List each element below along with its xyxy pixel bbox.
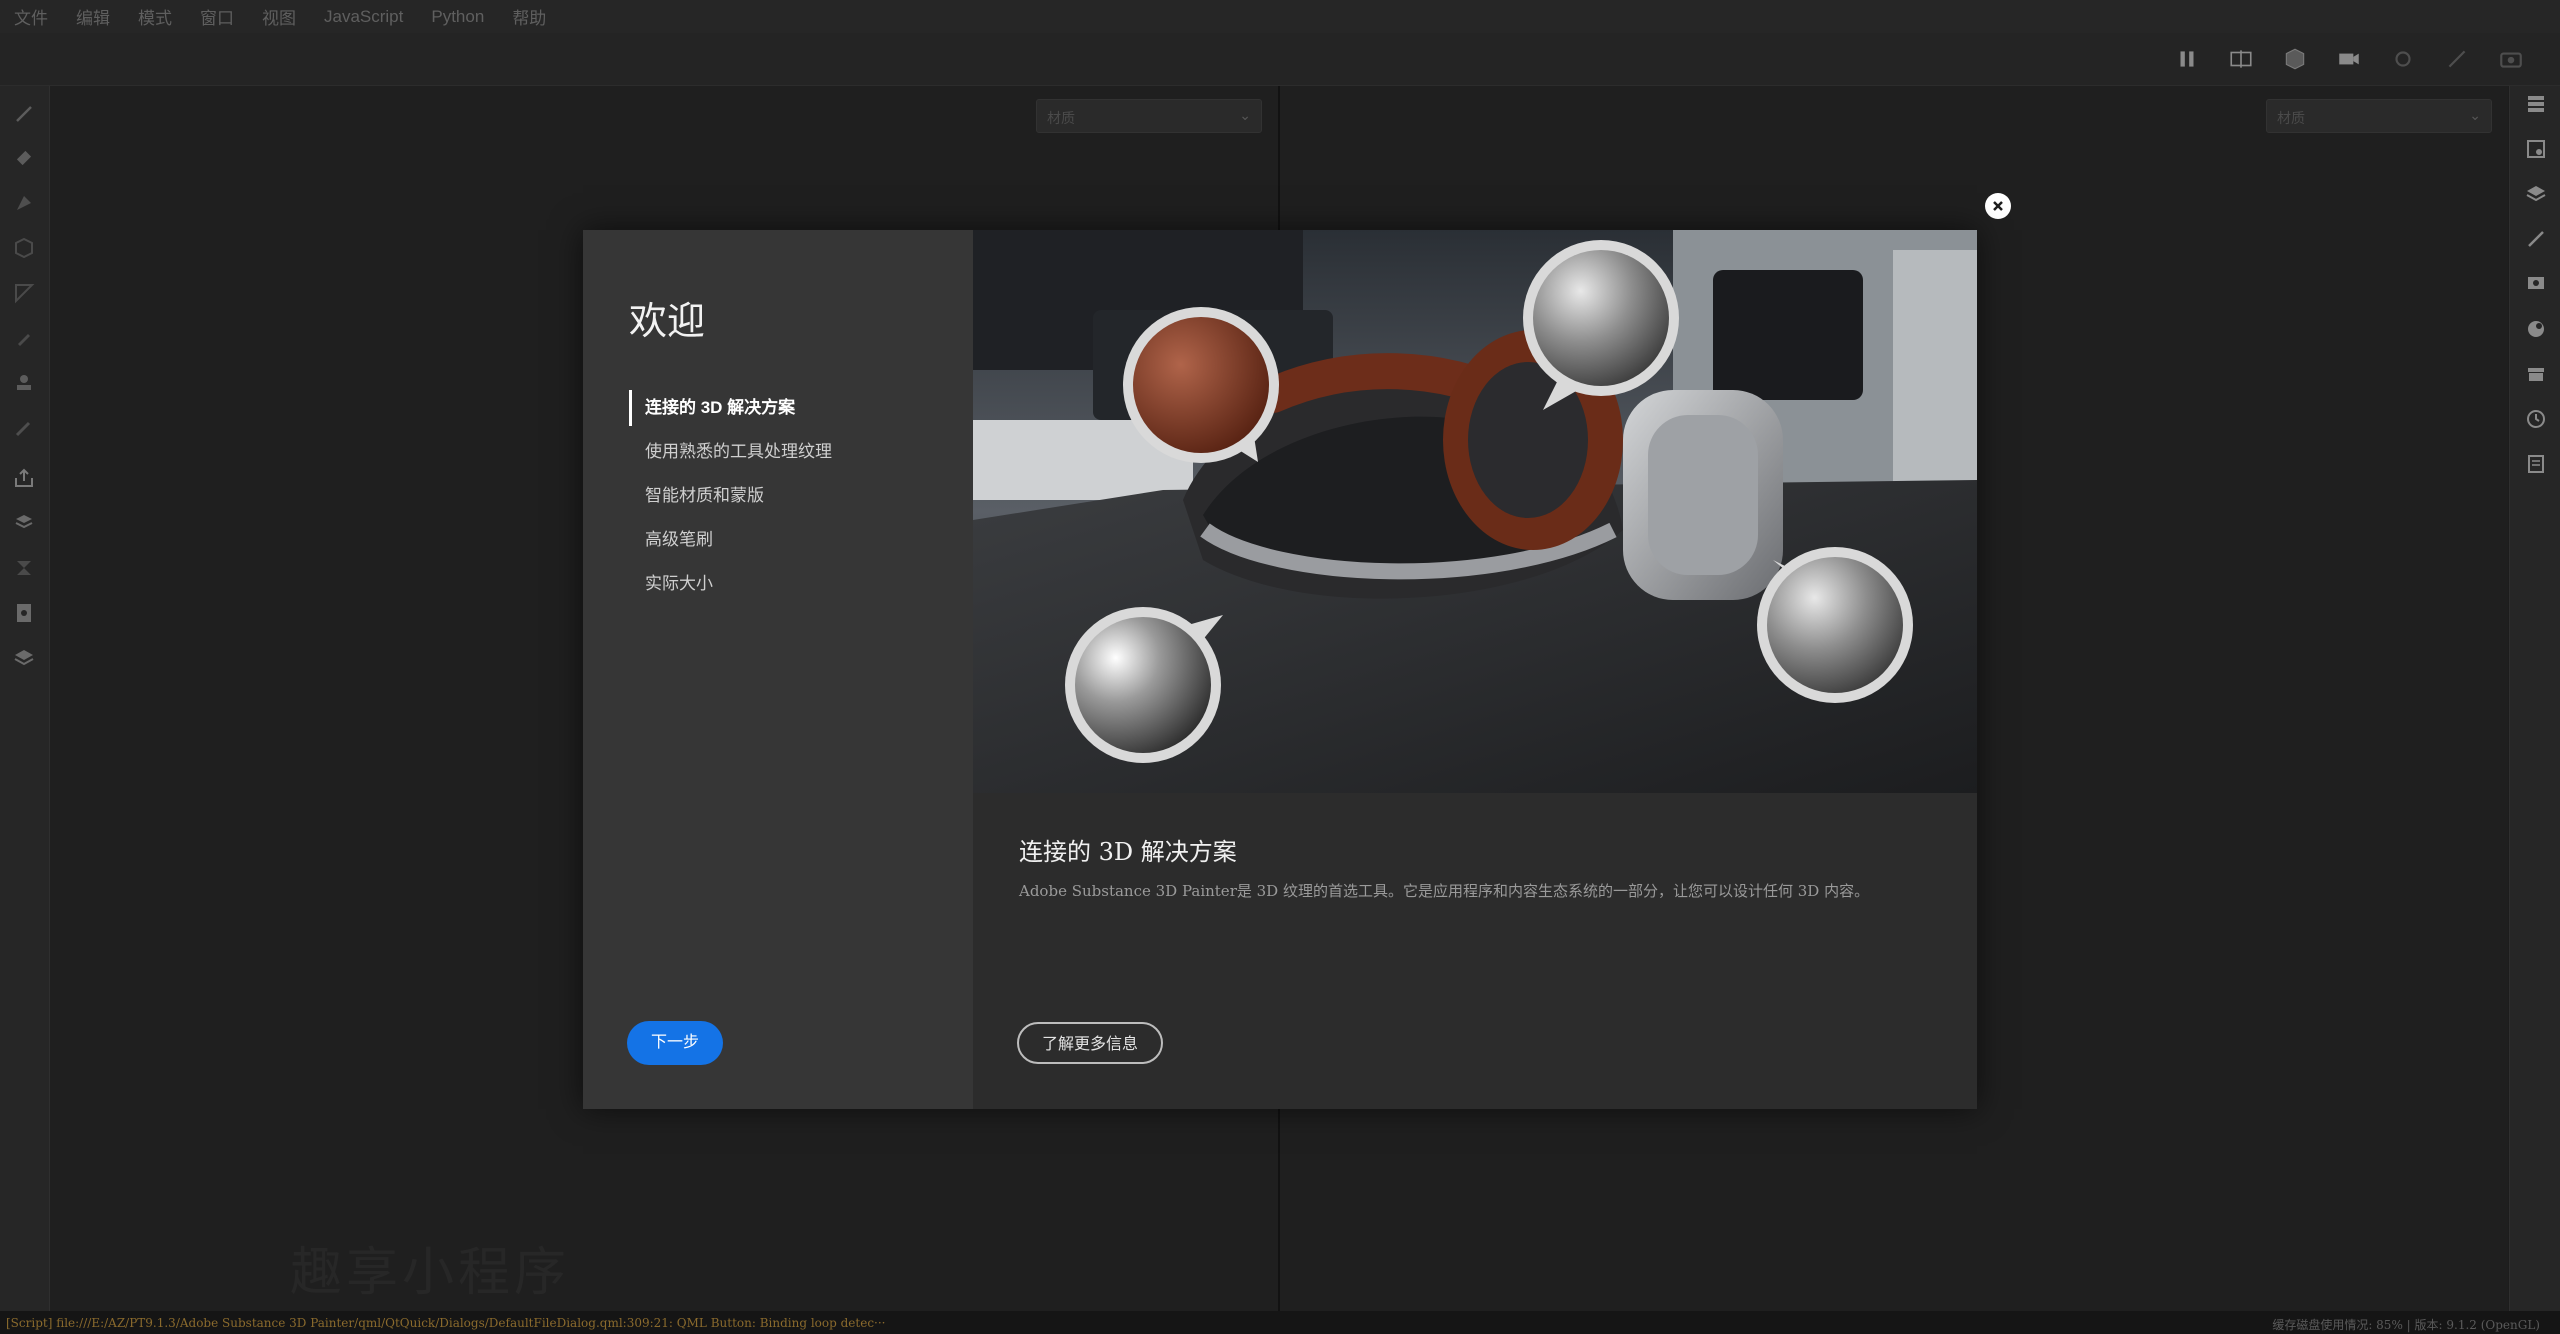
learn-more-button[interactable]: 了解更多信息 bbox=[1017, 1022, 1163, 1064]
dialog-title: 欢迎 bbox=[629, 299, 706, 343]
nav-item-real-scale[interactable]: 实际大小 bbox=[629, 562, 959, 606]
welcome-content: 连接的 3D 解决方案 Adobe Substance 3D Painter是 … bbox=[973, 230, 1977, 1109]
welcome-sidebar: 欢迎 连接的 3D 解决方案 使用熟悉的工具处理纹理 智能材质和蒙版 高级笔刷 … bbox=[583, 230, 973, 1109]
hero-image bbox=[973, 230, 1977, 793]
content-description: Adobe Substance 3D Painter是 3D 纹理的首选工具。它… bbox=[1019, 882, 1870, 900]
next-button[interactable]: 下一步 bbox=[627, 1021, 723, 1065]
welcome-dialog: 欢迎 连接的 3D 解决方案 使用熟悉的工具处理纹理 智能材质和蒙版 高级笔刷 … bbox=[583, 230, 1977, 1109]
content-title: 连接的 3D 解决方案 bbox=[1019, 838, 1237, 866]
callout-leather bbox=[1123, 307, 1279, 463]
nav-item-familiar-tools[interactable]: 使用熟悉的工具处理纹理 bbox=[629, 430, 959, 474]
callout-brushed-metal bbox=[1757, 547, 1913, 703]
nav-item-advanced-brushes[interactable]: 高级笔刷 bbox=[629, 518, 959, 562]
nav-item-connected-3d[interactable]: 连接的 3D 解决方案 bbox=[629, 386, 959, 430]
welcome-nav: 连接的 3D 解决方案 使用熟悉的工具处理纹理 智能材质和蒙版 高级笔刷 实际大… bbox=[629, 386, 959, 606]
close-icon[interactable] bbox=[1985, 193, 2011, 219]
nav-item-smart-materials[interactable]: 智能材质和蒙版 bbox=[629, 474, 959, 518]
